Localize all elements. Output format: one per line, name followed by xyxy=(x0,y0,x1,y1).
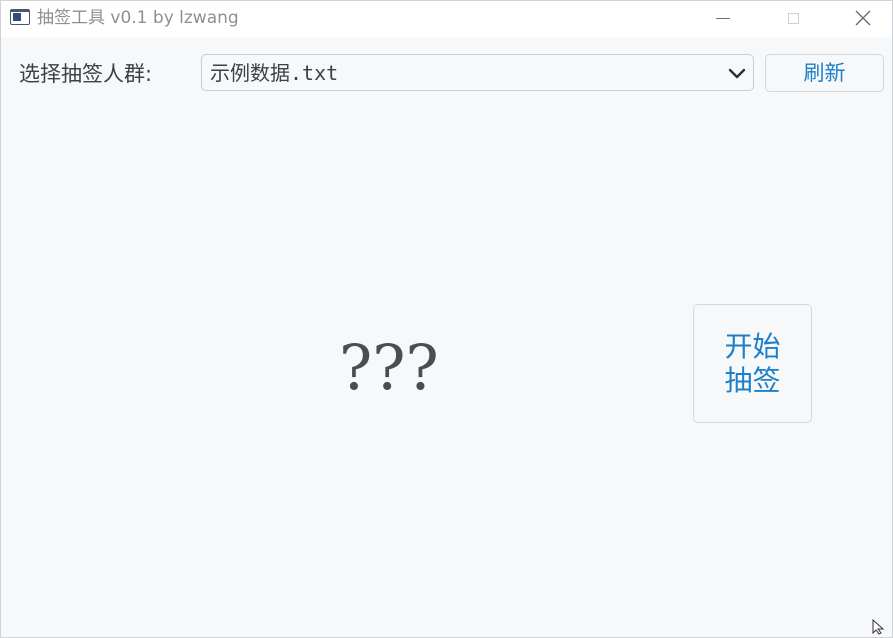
resize-grip-icon[interactable] xyxy=(872,619,890,635)
minimize-icon xyxy=(716,17,730,19)
close-icon xyxy=(855,10,871,26)
group-select-label: 选择抽签人群: xyxy=(19,62,153,86)
start-draw-label: 开始抽签 xyxy=(724,329,781,397)
group-select-value: 示例数据.txt xyxy=(210,61,339,85)
group-select[interactable]: 示例数据.txt xyxy=(201,54,754,91)
refresh-button[interactable]: 刷新 xyxy=(765,54,884,92)
close-button[interactable] xyxy=(840,1,886,35)
start-draw-button[interactable]: 开始抽签 xyxy=(693,304,812,423)
minimize-button[interactable] xyxy=(700,1,746,35)
maximize-icon xyxy=(787,12,799,24)
app-window-icon xyxy=(10,9,30,25)
maximize-button[interactable] xyxy=(770,1,816,35)
title-bar[interactable]: 抽签工具 v0.1 by lzwang xyxy=(1,1,892,37)
app-window: 抽签工具 v0.1 by lzwang 选择抽签人群: 示例数据.txt 刷新 … xyxy=(0,0,893,638)
draw-result-text: ??? xyxy=(339,331,439,404)
chevron-down-icon[interactable] xyxy=(727,63,747,83)
window-title: 抽签工具 v0.1 by lzwang xyxy=(37,8,239,28)
